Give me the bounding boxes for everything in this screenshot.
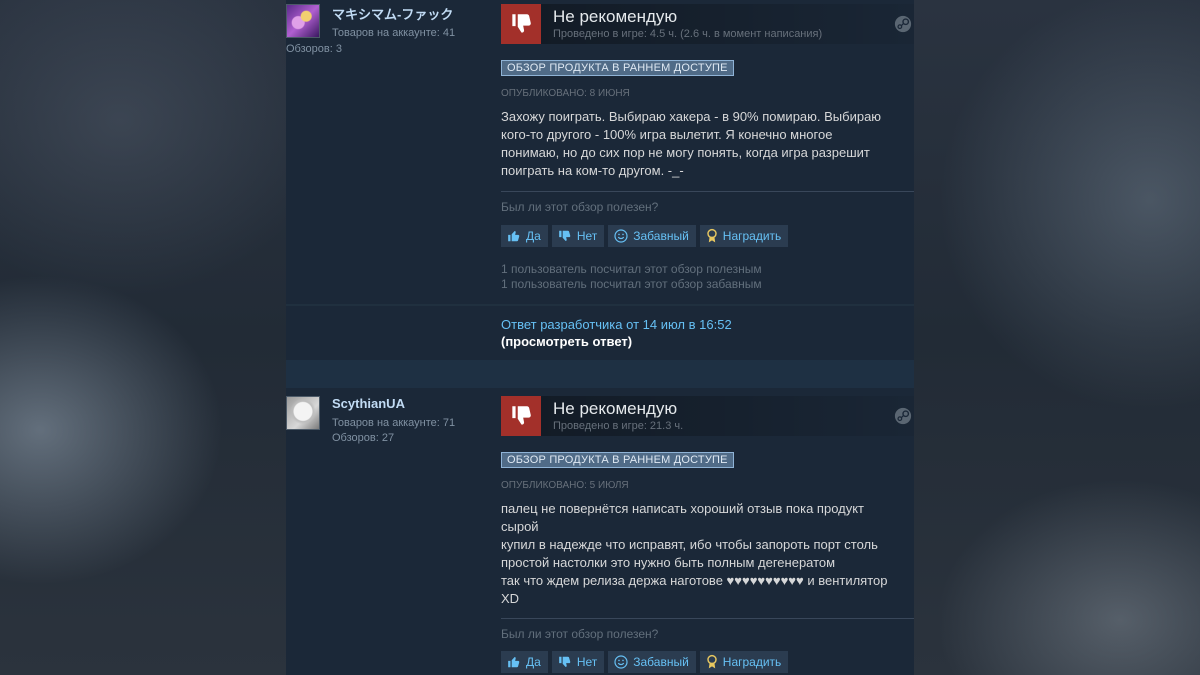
owned-games-count[interactable]: Товаров на аккаунте: 41 — [332, 27, 455, 39]
smiley-icon — [614, 655, 628, 669]
award-button[interactable]: Наградить — [699, 651, 789, 673]
helpful-question: Был ли этот обзор полезен? — [501, 627, 659, 641]
posted-date: ОПУБЛИКОВАНО: 8 ИЮНЯ — [501, 88, 630, 99]
owned-games-count[interactable]: Товаров на аккаунте: 71 — [332, 417, 455, 429]
hours-played: Проведено в игре: 21.3 ч. — [553, 420, 684, 432]
review-card: ScythianUA Товаров на аккаунте: 71 Обзор… — [286, 392, 914, 675]
author-name[interactable]: マキシマム-ファック — [332, 4, 453, 23]
award-label: Наградить — [722, 229, 782, 243]
award-icon — [707, 654, 717, 669]
review-line: купил в надежде что исправят, ибо чтобы … — [501, 537, 878, 552]
vote-funny-button[interactable]: Забавный — [608, 651, 696, 673]
vote-funny-button[interactable]: Забавный — [608, 225, 696, 247]
thumbs-down-icon — [558, 230, 571, 241]
hours-played: Проведено в игре: 4.5 ч. (2.6 ч. в момен… — [553, 28, 823, 40]
vote-no-button[interactable]: Нет — [551, 651, 605, 673]
review-stats: 1 пользователь посчитал этот обзор полез… — [501, 262, 762, 292]
vote-funny-label: Забавный — [633, 655, 689, 669]
vote-no-label: Нет — [576, 655, 598, 669]
review-card: マキシマム-ファック Товаров на аккаунте: 41 Обзор… — [286, 0, 914, 305]
award-icon — [707, 228, 717, 243]
avatar[interactable] — [286, 4, 320, 38]
award-label: Наградить — [722, 655, 782, 669]
thumbs-down-icon — [558, 656, 571, 667]
reviews-column: マキシマム-ファック Товаров на аккаунте: 41 Обзор… — [286, 0, 914, 675]
rating-buttons: Да Нет Забавный Наградить — [501, 225, 789, 247]
review-separator — [286, 360, 914, 388]
review-line: палец не повернётся написать хороший отз… — [501, 501, 865, 516]
steam-icon — [894, 15, 912, 33]
rating-buttons: Да Нет Забавный Наградить — [501, 651, 789, 673]
helpful-question: Был ли этот обзор полезен? — [501, 200, 659, 214]
posted-date: ОПУБЛИКОВАНО: 5 ИЮЛЯ — [501, 480, 629, 491]
review-line: Захожу поиграть. Выбираю хакера - в 90% … — [501, 109, 882, 124]
thumbs-up-icon — [508, 657, 520, 668]
review-line: XD — [501, 591, 520, 606]
thumbs-down-icon — [501, 4, 541, 44]
review-count[interactable]: Обзоров: 3 — [286, 43, 342, 55]
steam-icon — [894, 407, 912, 425]
developer-response: Ответ разработчика от 14 июл в 16:52 (пр… — [286, 306, 914, 360]
review-line: сырой — [501, 519, 539, 534]
vote-yes-label: Да — [526, 229, 541, 243]
vote-title[interactable]: Не рекомендую — [553, 7, 677, 27]
smiley-icon — [614, 229, 628, 243]
view-response-link[interactable]: (просмотреть ответ) — [501, 334, 632, 349]
divider — [501, 191, 914, 192]
review-content: Захожу поиграть. Выбираю хакера - в 90% … — [501, 108, 911, 180]
vote-yes-button[interactable]: Да — [501, 651, 548, 673]
divider — [501, 618, 914, 619]
vote-funny-label: Забавный — [633, 229, 689, 243]
review-line: так что ждем релиза держа наготове ♥♥♥♥♥… — [501, 573, 888, 588]
vote-yes-label: Да — [526, 655, 541, 669]
early-access-badge: ОБЗОР ПРОДУКТА В РАННЕМ ДОСТУПЕ — [501, 60, 734, 76]
helpful-count: 1 пользователь посчитал этот обзор полез… — [501, 262, 762, 276]
vote-yes-button[interactable]: Да — [501, 225, 548, 247]
review-line: поиграть на ком-то другом. -_- — [501, 163, 684, 178]
developer-response-link[interactable]: Ответ разработчика от 14 июл в 16:52 — [501, 317, 732, 332]
award-button[interactable]: Наградить — [699, 225, 789, 247]
review-line: понимаю, но до сих пор не могу понять, к… — [501, 145, 870, 160]
vote-no-button[interactable]: Нет — [551, 225, 605, 247]
vote-header[interactable]: Не рекомендую Проведено в игре: 21.3 ч. — [501, 396, 914, 436]
funny-count: 1 пользователь посчитал этот обзор забав… — [501, 277, 762, 291]
review-line: кого-то другого - 100% игра вылетит. Я к… — [501, 127, 833, 142]
author-name[interactable]: ScythianUA — [332, 396, 405, 411]
review-line: простой настолки это нужно быть полным д… — [501, 555, 836, 570]
avatar[interactable] — [286, 396, 320, 430]
vote-no-label: Нет — [576, 229, 598, 243]
vote-header[interactable]: Не рекомендую Проведено в игре: 4.5 ч. (… — [501, 4, 914, 44]
review-content: палец не повернётся написать хороший отз… — [501, 500, 911, 608]
thumbs-up-icon — [508, 231, 520, 242]
vote-title[interactable]: Не рекомендую — [553, 399, 677, 419]
thumbs-down-icon — [501, 396, 541, 436]
review-count[interactable]: Обзоров: 27 — [332, 432, 394, 444]
early-access-badge: ОБЗОР ПРОДУКТА В РАННЕМ ДОСТУПЕ — [501, 452, 734, 468]
